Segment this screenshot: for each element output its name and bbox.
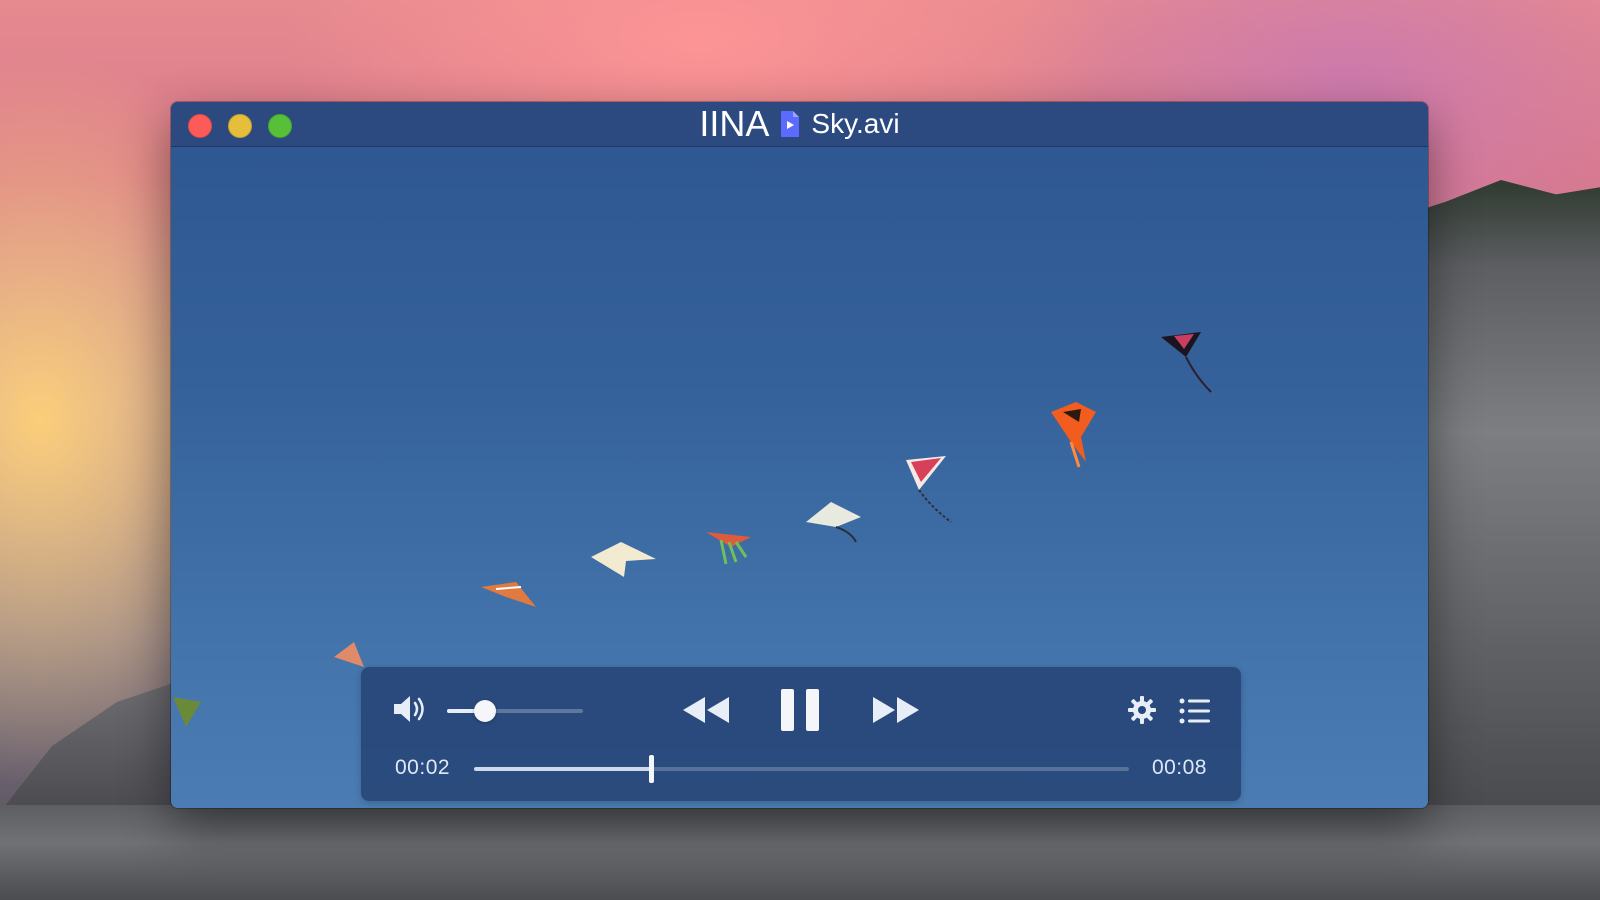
player-window: IINA Sky.avi 00:02 00:08 xyxy=(171,102,1428,808)
volume-slider[interactable] xyxy=(447,700,583,722)
list-icon[interactable] xyxy=(1179,697,1211,730)
window-title: IINA Sky.avi xyxy=(171,102,1428,146)
playback-controls: 00:02 00:08 xyxy=(361,667,1241,801)
pause-icon[interactable] xyxy=(779,687,821,738)
volume-slider-knob[interactable] xyxy=(474,700,497,722)
kite-image xyxy=(806,502,861,543)
kite-image xyxy=(173,697,201,727)
file-name: Sky.avi xyxy=(811,108,900,139)
app-name: IINA xyxy=(699,103,770,144)
total-time: 00:08 xyxy=(1151,756,1207,779)
kite-image xyxy=(481,582,536,607)
kite-image xyxy=(706,532,751,565)
speaker-icon[interactable] xyxy=(391,693,427,730)
kite-image xyxy=(906,456,952,523)
fast-forward-icon[interactable] xyxy=(871,695,921,730)
rewind-icon[interactable] xyxy=(681,695,731,730)
seek-bar-fill xyxy=(474,767,651,771)
seek-bar-knob[interactable] xyxy=(648,755,654,783)
seek-bar[interactable] xyxy=(474,755,1129,783)
title-bar[interactable]: IINA Sky.avi xyxy=(171,102,1428,147)
kite-image xyxy=(1051,402,1096,468)
kite-image xyxy=(1161,332,1212,393)
video-file-icon xyxy=(779,110,801,138)
gear-icon[interactable] xyxy=(1127,695,1157,730)
wallpaper-cliff-bottom xyxy=(0,805,1600,900)
video-area[interactable]: 00:02 00:08 xyxy=(171,147,1428,808)
current-time: 00:02 xyxy=(395,756,451,779)
kite-image xyxy=(591,542,656,577)
